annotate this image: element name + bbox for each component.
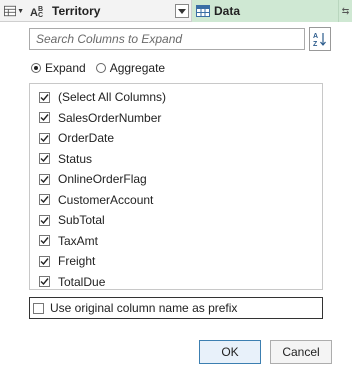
list-item-column[interactable]: SubTotal (39, 210, 105, 230)
list-item-label: TaxAmt (58, 233, 99, 248)
checkmark-icon (40, 114, 49, 122)
mode-radio-group: Expand Aggregate (31, 60, 175, 76)
list-item-column[interactable]: TaxAmt (39, 231, 98, 251)
svg-text:A: A (313, 33, 318, 40)
svg-text:C: C (38, 12, 43, 18)
table-menu-button[interactable]: ▼ (4, 0, 24, 22)
svg-text:Z: Z (313, 41, 318, 47)
list-item-column[interactable]: Freight (39, 251, 95, 271)
list-item-label: Status (58, 151, 93, 166)
checkbox[interactable] (39, 194, 50, 205)
expand-column-button[interactable]: ⇆ (338, 0, 352, 22)
list-item-label: SubTotal (58, 213, 105, 227)
chevron-down-icon: ▼ (17, 7, 24, 15)
list-item-label: (Select All Columns) (58, 90, 167, 104)
list-item-column[interactable]: OnlineOrderFlag (39, 169, 147, 189)
checkbox[interactable] (39, 112, 50, 123)
checkmark-icon (40, 216, 49, 224)
sort-az-icon: A Z (313, 33, 326, 47)
column-header-strip: ▼ A B C Territory Data ⇆ (0, 0, 352, 22)
checkbox[interactable] (39, 255, 50, 267)
radio-dot (31, 63, 41, 73)
checkbox[interactable] (39, 214, 50, 226)
search-columns-input[interactable] (29, 28, 305, 50)
list-item-column[interactable]: CustomerAccount (39, 190, 153, 210)
list-item-label: OnlineOrderFlag (58, 172, 147, 186)
checkmark-icon (40, 155, 49, 163)
column-header-label: Data (214, 4, 241, 18)
sort-button[interactable]: A Z (309, 27, 331, 51)
list-item-column[interactable]: TotalDue (39, 272, 105, 292)
prefix-checkbox[interactable] (33, 302, 44, 314)
use-prefix-option[interactable]: Use original column name as prefix (29, 297, 323, 319)
column-header-label: Territory (52, 4, 101, 18)
checkbox[interactable] (39, 132, 50, 144)
table-type-icon (196, 5, 210, 17)
radio-dot (95, 63, 106, 73)
abc-type-icon: A B C (30, 6, 43, 18)
chevron-down-icon (178, 8, 186, 14)
ok-button[interactable]: OK (199, 340, 261, 364)
svg-text:A: A (30, 7, 38, 18)
list-item-column[interactable]: Status (39, 149, 92, 169)
table-icon (4, 5, 17, 17)
column-filter-dropdown-button[interactable] (175, 4, 189, 18)
checkmark-icon (40, 134, 49, 142)
checkmark-icon (40, 196, 49, 204)
columns-listbox[interactable]: (Select All Columns) SalesOrderNumber Or… (29, 83, 323, 290)
list-item-label: Freight (58, 254, 96, 268)
radio-label: Aggregate (109, 61, 166, 75)
list-item-label: TotalDue (58, 274, 106, 289)
radio-label: Expand (45, 61, 86, 75)
list-item-label: OrderDate (58, 131, 115, 145)
checkmark-icon (40, 93, 49, 101)
expand-arrows-icon: ⇆ (341, 5, 350, 16)
checkbox[interactable] (39, 235, 50, 246)
checkmark-icon (40, 257, 49, 265)
radio-aggregate[interactable]: Aggregate (95, 61, 166, 75)
column-header-territory[interactable]: A B C Territory (26, 0, 192, 22)
expand-columns-popup-screen: ▼ A B C Territory Data ⇆ Search Columns … (0, 0, 352, 371)
list-item-select-all[interactable]: (Select All Columns) (39, 87, 166, 107)
list-item-column[interactable]: OrderDate (39, 128, 114, 148)
radio-expand[interactable]: Expand (31, 61, 86, 75)
cancel-button[interactable]: Cancel (270, 340, 332, 364)
list-item-column[interactable]: SalesOrderNumber (39, 108, 161, 128)
list-item-label: SalesOrderNumber (58, 110, 162, 125)
checkmark-icon (40, 237, 49, 245)
checkbox[interactable] (39, 91, 50, 103)
checkmark-icon (40, 175, 49, 183)
checkbox[interactable] (39, 153, 50, 164)
expand-panel: A Z Expand Aggregate (Select All Columns… (0, 22, 352, 371)
checkbox[interactable] (39, 173, 50, 185)
checkbox[interactable] (39, 276, 50, 287)
checkmark-icon (40, 278, 49, 286)
prefix-label: Use original column name as prefix (50, 301, 238, 315)
list-item-label: CustomerAccount (58, 192, 154, 207)
column-header-data[interactable]: Data (192, 0, 338, 22)
